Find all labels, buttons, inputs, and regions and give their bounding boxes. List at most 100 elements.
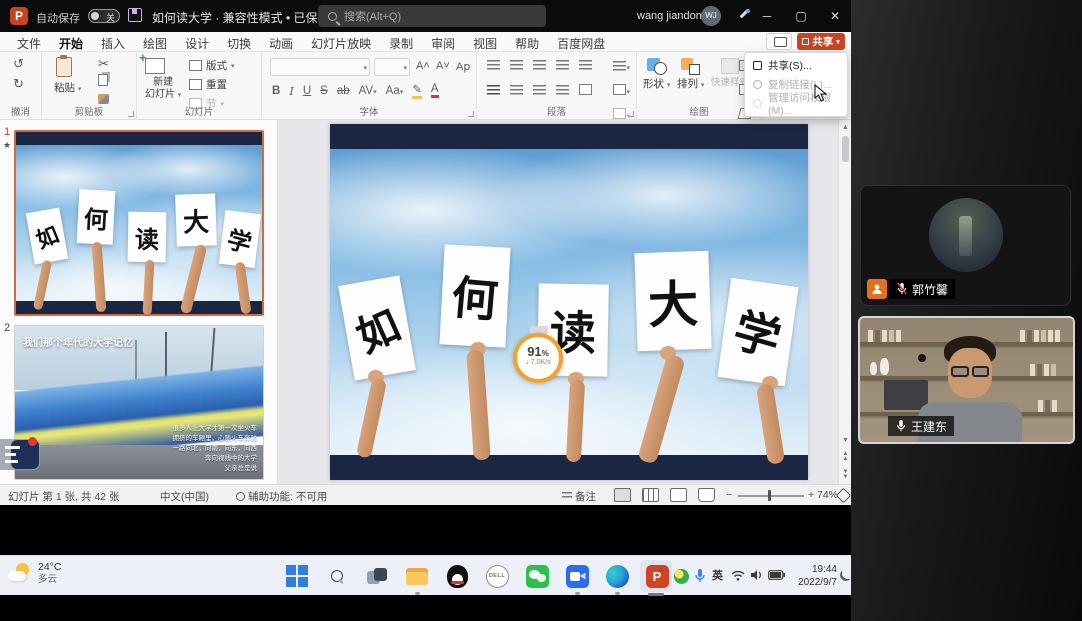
autosave-toggle[interactable]: 关 [88,9,120,23]
clear-formatting-button[interactable]: A𝗉 [456,60,470,73]
redo-button[interactable]: ↻ [13,76,24,92]
strikethrough-button[interactable]: S [320,85,328,97]
battery-icon[interactable] [768,570,785,580]
input-language-indicator[interactable]: 英 [712,567,723,583]
slide-counter[interactable]: 幻灯片 第 1 张, 共 42 张 [8,489,119,504]
dell-button[interactable]: DELL [484,563,510,589]
align-center-button[interactable] [510,85,523,95]
minimize-button[interactable]: ─ [752,0,782,32]
normal-view-button[interactable] [614,488,631,502]
edge-button[interactable] [604,563,630,589]
slide-sorter-view-button[interactable] [642,488,659,502]
wifi-icon[interactable] [731,570,745,581]
start-button[interactable] [284,563,310,589]
overlay-percent-sign: % [542,349,549,358]
scrollbar-thumb[interactable] [842,136,849,162]
share-button[interactable]: 共享 ▾ [797,33,845,50]
floating-list-widget[interactable] [0,439,40,470]
share-menu-item-share[interactable]: 共享(S)... [745,56,847,75]
powerpoint-taskbar-button[interactable]: P [644,563,670,589]
weather-widget[interactable]: 24°C 多云 [8,561,61,586]
format-painter-button[interactable] [98,94,109,104]
vertical-scrollbar[interactable]: ▲ ▼ ▲▲ ▼▼ [838,120,851,484]
slide-thumbnail-2[interactable]: 我们那个年代的大学记忆 很多人上大学才第一次坐火车 拥挤的车厢里，心随火车奔驰 … [14,325,264,480]
file-explorer-button[interactable] [404,563,430,589]
tray-expand-chevron[interactable]: ^ [658,567,663,579]
network-status-badge[interactable]: 91% ↓ 7.0K/s [513,333,563,383]
underline-button[interactable]: U [303,85,311,97]
highlight-color-button[interactable]: ✎ [412,82,422,99]
save-icon[interactable] [128,8,142,22]
bold-button[interactable]: B [272,85,280,97]
reading-view-button[interactable] [670,488,687,502]
zoom-slider[interactable] [738,495,804,497]
columns-button[interactable] [579,84,592,95]
char-spacing-button[interactable]: AV▾ [359,85,377,97]
layout-button[interactable]: 版式 ▾ [189,58,235,73]
numbering-button[interactable] [510,60,523,70]
comments-button[interactable] [766,33,792,50]
qq-button[interactable] [444,563,470,589]
active-app-underline [648,593,664,596]
shrink-font-button[interactable]: A˅ [436,60,450,72]
arrange-button[interactable]: 排列 ▾ [677,58,704,91]
fit-slide-to-window-button[interactable] [836,488,852,504]
participant-tile-1[interactable]: 郭竹馨 [860,185,1071,306]
current-slide[interactable]: 如 何 读 大 学 [330,124,808,480]
new-slide-button[interactable]: 新建 幻灯片 ▾ [145,58,181,101]
font-color-button[interactable]: A [431,83,439,98]
bullets-button[interactable] [487,60,500,70]
undo-button[interactable]: ↺ [13,56,24,72]
antivirus-tray-icon[interactable] [674,569,689,584]
group-slides: 新建 幻灯片 ▾ 版式 ▾ 重置 节 ▾ 幻灯 [137,52,262,120]
font-size-select[interactable]: ▾ [374,58,410,76]
copy-button[interactable] [98,74,108,86]
share-menu-item-manage-access[interactable]: 管理访问权限(M)... [745,94,847,113]
zoom-slider-thumb[interactable] [768,490,771,501]
slide-thumbnail-1[interactable]: 如 何 读 大 学 [14,130,264,316]
reset-button[interactable]: 重置 [189,77,227,92]
text-direction-button[interactable]: ▾ [613,57,630,75]
font-name-select[interactable]: ▾ [270,58,370,76]
group-label-paragraph: 段落 [477,104,636,118]
language-status[interactable]: 中文(中国) [160,489,209,504]
italic-button[interactable]: I [289,84,294,98]
shapes-button[interactable]: 形状 ▾ [643,58,670,91]
meeting-app-button[interactable] [564,563,590,589]
decrease-indent-button[interactable] [533,60,546,70]
accessibility-status[interactable]: 辅助功能: 不可用 [236,489,327,504]
align-left-button[interactable] [487,85,500,95]
increase-indent-button[interactable] [556,60,569,70]
zoom-level[interactable]: 74% [817,489,838,501]
powerpoint-app-icon[interactable]: P [10,7,28,25]
close-button[interactable]: ✕ [820,0,850,32]
grow-font-button[interactable]: A˄ [416,60,430,72]
speaker-icon[interactable] [750,569,763,581]
double-strike-button[interactable]: ab [337,85,350,97]
user-name[interactable]: wang jiandong [637,10,708,22]
align-right-button[interactable] [533,85,546,95]
microphone-tray-icon[interactable] [694,568,706,584]
wechat-button[interactable] [524,563,550,589]
cut-button[interactable]: ✂ [98,56,109,72]
align-text-button[interactable]: ▾ [613,81,630,99]
maximize-button[interactable]: ▢ [786,0,816,32]
slide2-title: 我们那个年代的大学记忆 [23,334,133,349]
zoom-in-button[interactable]: + [808,489,814,501]
paste-button[interactable]: 粘贴 ▾ [56,57,81,95]
taskbar-search-button[interactable] [324,563,350,589]
justify-button[interactable] [556,85,569,95]
slideshow-view-button[interactable] [698,488,715,502]
draw-pen-icon[interactable] [737,9,750,22]
search-input[interactable]: 搜索(Alt+Q) [318,5,546,27]
new-slide-icon [145,58,165,74]
participant-tile-2[interactable]: 王建东 [858,316,1075,444]
line-spacing-button[interactable] [579,60,592,70]
change-case-button[interactable]: Aa▾ [386,85,404,97]
notes-button[interactable]: 备注 [562,489,596,504]
task-view-button[interactable] [364,563,390,589]
zoom-out-button[interactable]: − [726,489,732,501]
user-avatar[interactable]: WJ [701,6,721,26]
weather-icon [8,563,32,585]
clock[interactable]: 19:44 2022/9/7 [793,563,837,589]
